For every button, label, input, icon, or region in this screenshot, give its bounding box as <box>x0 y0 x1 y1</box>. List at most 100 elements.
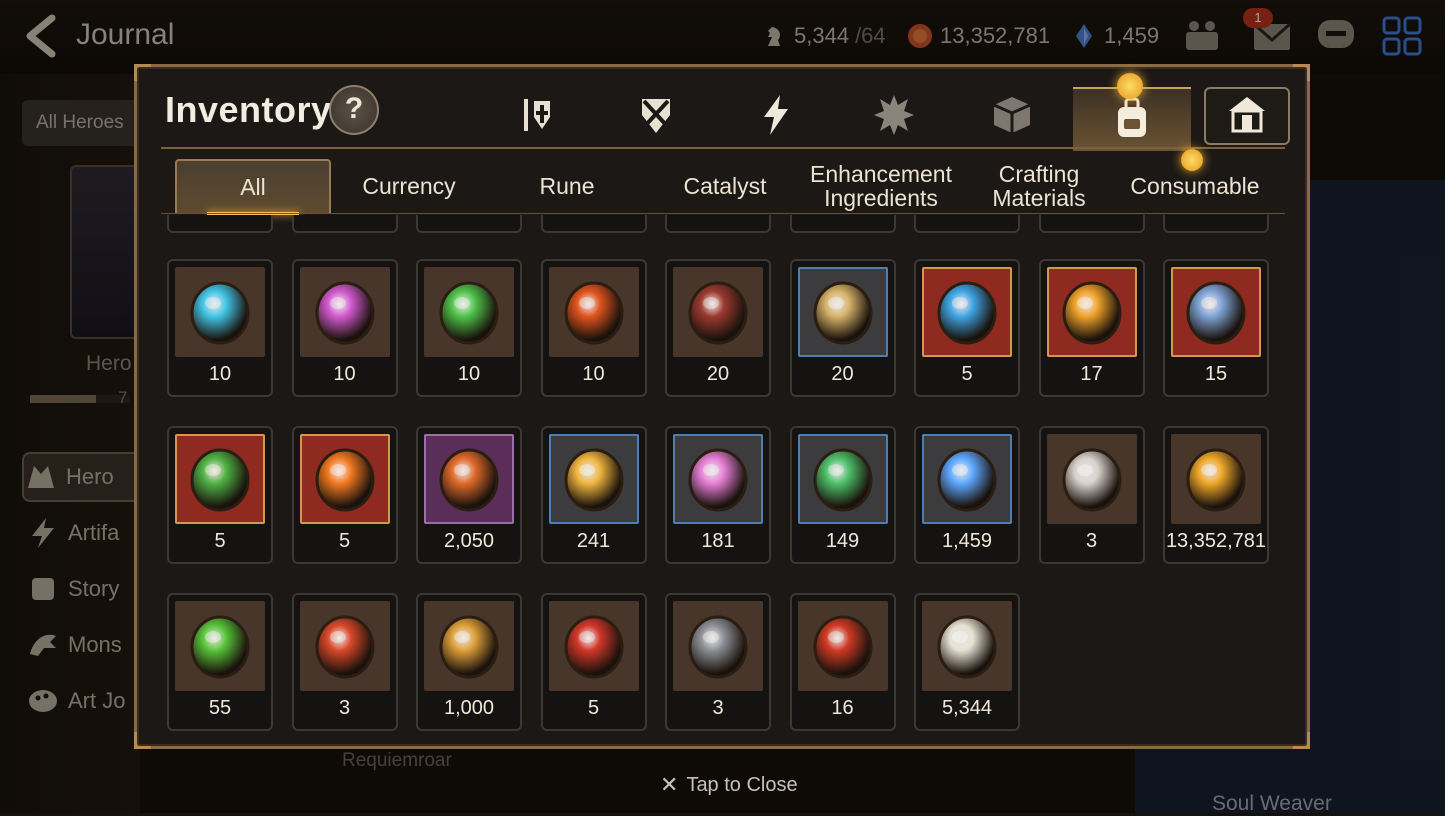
item-count: 5 <box>214 530 226 552</box>
gold-coin-icon <box>1171 434 1261 524</box>
item-count: 5 <box>961 363 973 385</box>
tap-to-close[interactable]: ✕ Tap to Close <box>660 772 798 798</box>
item-slot-partial[interactable]: 2 <box>1038 215 1145 233</box>
item-slot[interactable]: 10 <box>291 259 398 397</box>
item-slot-partial[interactable]: 10 <box>1163 215 1269 233</box>
ring-charm-icon <box>1171 267 1261 357</box>
item-slot[interactable]: 241 <box>540 426 647 564</box>
spiky-crest-icon <box>874 95 914 135</box>
green-heart-leaf-icon <box>175 601 265 691</box>
inventory-title: Inventory <box>165 89 332 130</box>
item-slot[interactable]: 5,344 <box>914 593 1020 731</box>
item-slot[interactable]: 3 <box>1038 426 1145 564</box>
subtab-rune[interactable]: Rune <box>489 159 645 213</box>
item-slot[interactable]: 16 <box>789 593 896 731</box>
blue-charm-icon <box>922 267 1012 357</box>
item-count: 3 <box>338 697 351 719</box>
clover-charm-icon <box>175 434 265 524</box>
item-count: 10 <box>457 363 481 385</box>
item-slot[interactable]: 17 <box>1038 259 1145 397</box>
lightning-icon <box>764 95 788 135</box>
feather-branch-icon <box>797 267 888 357</box>
red-rune-icon <box>548 267 639 357</box>
item-count: 6 <box>169 215 271 220</box>
item-slot-partial[interactable]: 460 <box>540 215 647 233</box>
cracked-leaf-icon <box>797 601 888 691</box>
tap-to-close-label: Tap to Close <box>686 773 798 796</box>
item-count: 241 <box>576 530 611 552</box>
item-count: 13,352,781 <box>1165 530 1267 552</box>
chess-knight-icon <box>922 601 1012 691</box>
item-count: 20 <box>706 363 730 385</box>
claw-icon <box>673 267 763 357</box>
item-slot[interactable]: 5 <box>914 259 1020 397</box>
item-slot[interactable]: 2,050 <box>416 426 522 564</box>
item-count: 2,050 <box>443 530 495 552</box>
tab-hero-equipment[interactable] <box>493 89 583 143</box>
item-count: 200 <box>667 215 769 220</box>
item-count: 10 <box>208 363 232 385</box>
item-count: 460 <box>543 215 645 220</box>
item-slot[interactable]: 15 <box>1163 259 1269 397</box>
item-count: 3 <box>712 697 724 719</box>
item-slot[interactable]: 1,459 <box>914 426 1020 564</box>
item-slot-partial[interactable]: 6 <box>167 215 273 233</box>
item-count: 55 <box>208 697 232 719</box>
item-slot[interactable]: 3 <box>291 593 398 731</box>
item-count: 4 <box>294 215 396 220</box>
tab-spirit[interactable] <box>849 89 939 143</box>
item-slot[interactable]: 55 <box>167 593 273 731</box>
item-count: 1 <box>916 215 1018 220</box>
close-icon: ✕ <box>660 772 679 797</box>
subtab-catalyst[interactable]: Catalyst <box>647 159 803 213</box>
red-badge-icon <box>299 601 390 691</box>
subtab-crafting-materials[interactable]: Crafting Materials <box>961 159 1117 213</box>
banner-icon <box>548 601 639 691</box>
consumable-notification-dot <box>1181 149 1203 171</box>
item-slot[interactable]: 5 <box>291 426 398 564</box>
flame-charm-icon <box>299 434 390 524</box>
pink-crystal-icon <box>673 434 763 524</box>
tab-artifacts[interactable] <box>731 89 821 143</box>
frame-corner <box>134 64 151 81</box>
item-slot[interactable]: 10 <box>167 259 273 397</box>
item-slot[interactable]: 149 <box>789 426 896 564</box>
item-slot[interactable]: 10 <box>540 259 647 397</box>
green-leaf-icon <box>797 434 888 524</box>
item-count: 149 <box>825 530 860 552</box>
skystone-icon <box>922 434 1012 524</box>
subtab-divider <box>161 213 1285 214</box>
fist-emblem-icon <box>424 601 514 691</box>
tab-storage[interactable] <box>1204 87 1290 145</box>
items-notification-dot <box>1117 73 1143 99</box>
item-slot[interactable]: 1,000 <box>416 593 522 731</box>
item-slot[interactable]: 20 <box>789 259 896 397</box>
subtab-all[interactable]: All <box>175 159 331 215</box>
item-slot[interactable]: 10 <box>416 259 522 397</box>
subtab-enhancement-ingredients[interactable]: Enhancement Ingredients <box>803 159 959 213</box>
item-slot-partial[interactable]: 4 <box>291 215 398 233</box>
tab-materials[interactable] <box>967 89 1057 143</box>
item-slot[interactable]: 181 <box>665 426 771 564</box>
item-count: 15 <box>1204 363 1228 385</box>
item-slot-partial[interactable]: 1 <box>416 215 522 233</box>
item-slot-partial[interactable]: 1 <box>914 215 1020 233</box>
item-count: 20 <box>831 363 854 385</box>
item-count: 10 <box>333 363 356 385</box>
frame-corner <box>1293 64 1310 81</box>
subtab-currency[interactable]: Currency <box>331 159 487 213</box>
item-slot[interactable]: 3 <box>665 593 771 731</box>
pink-rune-icon <box>299 267 390 357</box>
item-slot[interactable]: 5 <box>540 593 647 731</box>
item-slot[interactable]: 20 <box>665 259 771 397</box>
item-count: 17 <box>1080 363 1103 385</box>
item-slot-partial[interactable]: 200 <box>665 215 771 233</box>
star-compass-icon <box>548 434 639 524</box>
item-slot[interactable]: 5 <box>167 426 273 564</box>
item-count: 10 <box>1165 215 1267 220</box>
item-slot[interactable]: 13,352,781 <box>1163 426 1269 564</box>
tab-equipment[interactable] <box>611 89 701 143</box>
item-slot-partial[interactable]: 2 <box>789 215 896 233</box>
hero-equip-icon <box>524 99 550 131</box>
help-button[interactable]: ? <box>329 85 379 135</box>
